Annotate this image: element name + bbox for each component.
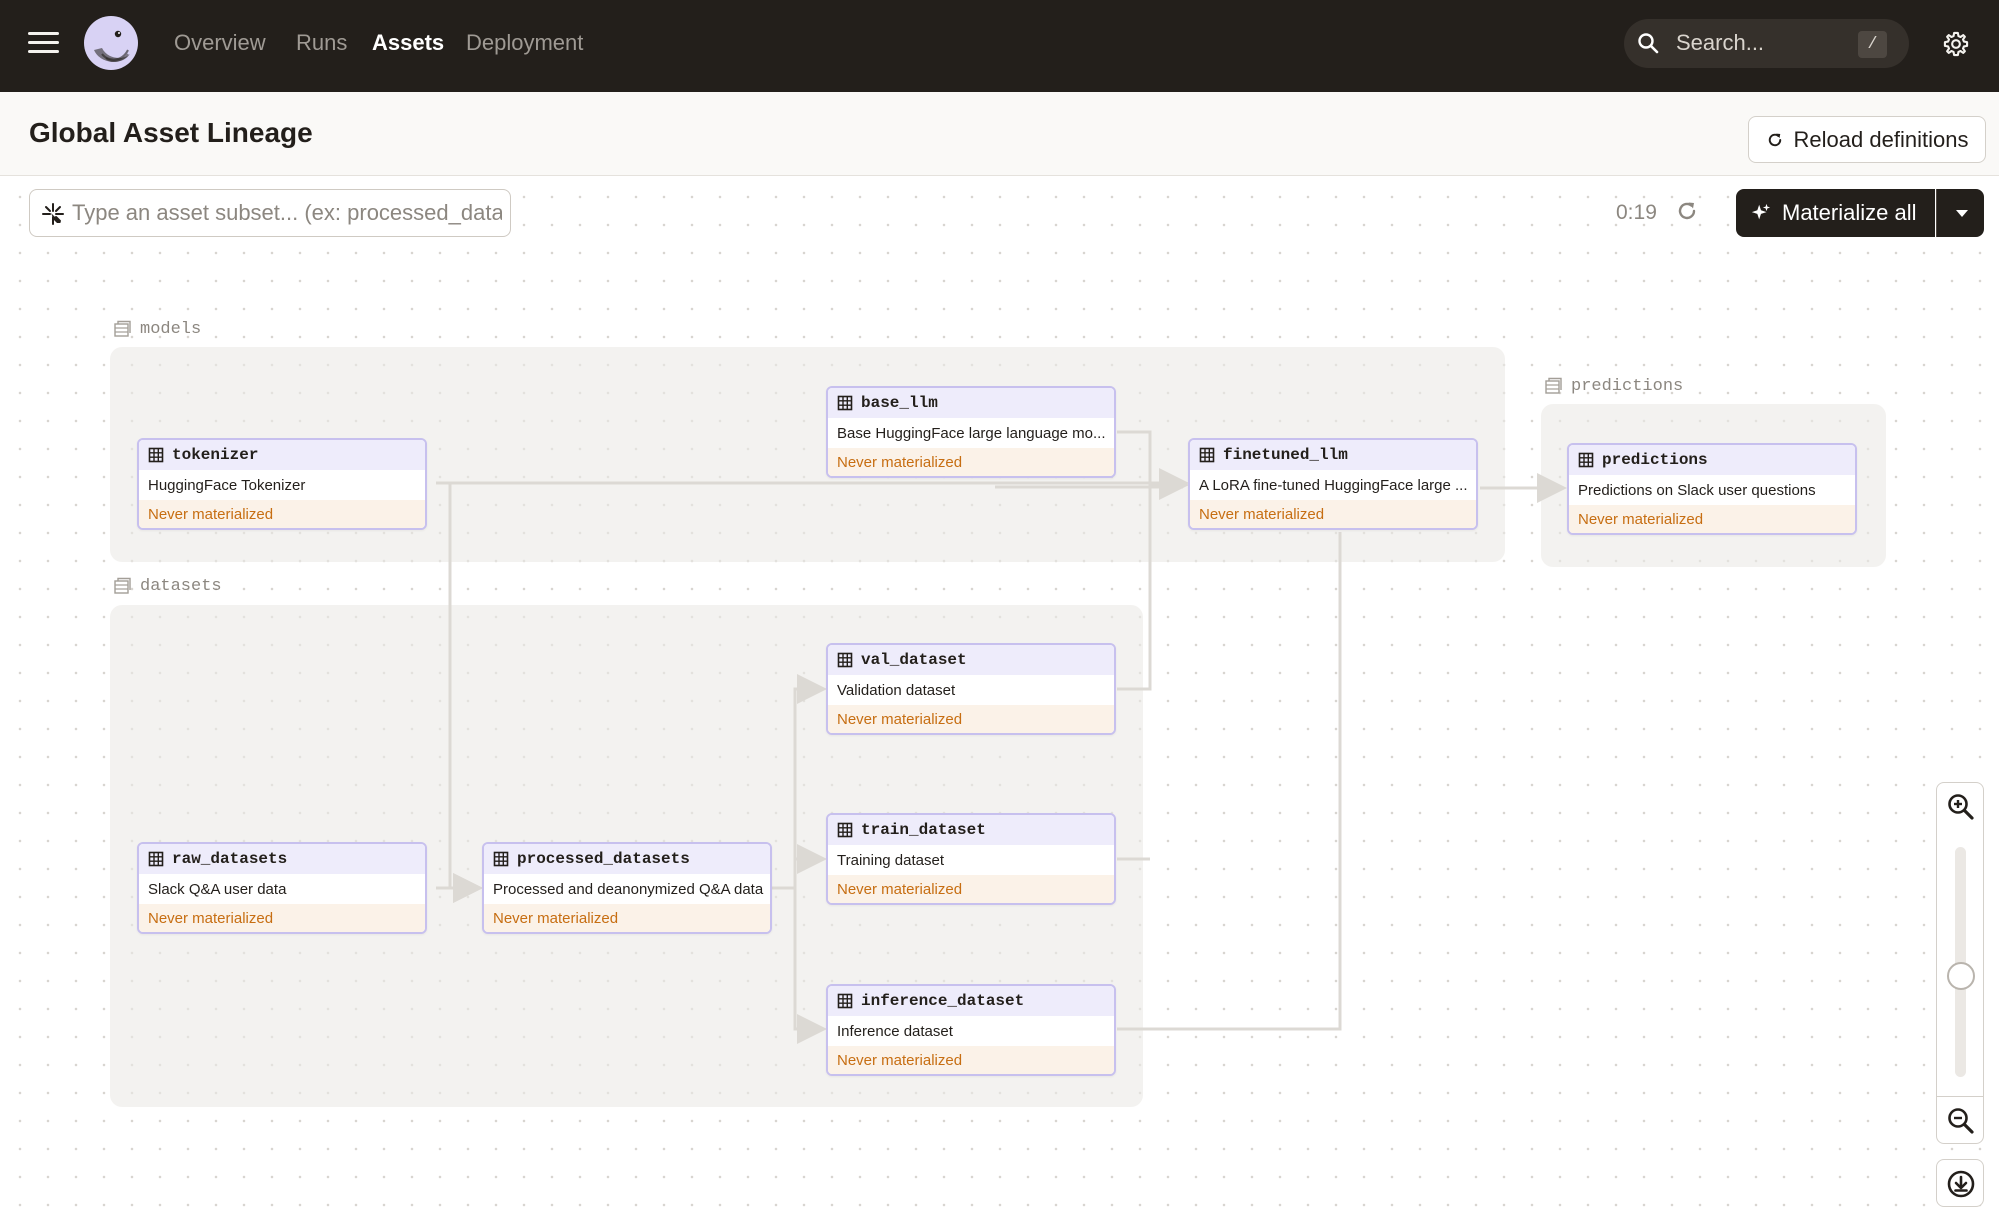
asset-name: tokenizer (172, 446, 259, 464)
asset-node-finetuned-llm[interactable]: finetuned_llm A LoRA fine-tuned HuggingF… (1188, 438, 1478, 530)
asset-graph-canvas[interactable]: models datasets predictions Type an asse… (0, 177, 1999, 1224)
zoom-in-icon (1948, 794, 1974, 820)
menu-icon[interactable] (28, 32, 59, 56)
asset-node-header: finetuned_llm (1190, 440, 1476, 470)
asset-node-header: inference_dataset (828, 986, 1114, 1016)
asset-status: Never materialized (828, 1046, 1114, 1074)
asset-node-processed-datasets[interactable]: processed_datasets Processed and deanony… (482, 842, 772, 934)
asset-node-header: raw_datasets (139, 844, 425, 874)
asset-name: processed_datasets (517, 850, 690, 868)
folder-group-icon (114, 577, 131, 594)
group-name: predictions (1571, 376, 1684, 396)
refresh-countdown: 0:19 (1616, 201, 1657, 224)
refresh-icon[interactable] (1675, 199, 1699, 223)
asset-node-header: base_llm (828, 388, 1114, 418)
table-icon (148, 851, 164, 867)
asset-selection-icon (42, 203, 64, 225)
asset-status: Never materialized (828, 705, 1114, 733)
asset-status: Never materialized (139, 904, 425, 932)
asset-subset-input[interactable] (72, 198, 502, 228)
asset-node-base-llm[interactable]: base_llm Base HuggingFace large language… (826, 386, 1116, 478)
zoom-out-icon (1948, 1108, 1974, 1134)
nav-assets[interactable]: Assets (372, 30, 444, 56)
asset-name: raw_datasets (172, 850, 288, 868)
asset-name: train_dataset (861, 821, 986, 839)
asset-node-train-dataset[interactable]: train_dataset Training dataset Never mat… (826, 813, 1116, 905)
table-icon (837, 652, 853, 668)
asset-status: Never materialized (828, 448, 1114, 476)
table-icon (837, 993, 853, 1009)
asset-status: Never materialized (139, 500, 425, 528)
caret-down-icon[interactable] (1936, 189, 1984, 237)
table-icon (1578, 452, 1594, 468)
asset-node-header: tokenizer (139, 440, 425, 470)
search-shortcut-key: / (1858, 31, 1887, 58)
asset-description: Training dataset (837, 851, 945, 869)
asset-name: val_dataset (861, 651, 967, 669)
asset-node-header: predictions (1569, 445, 1855, 475)
materialize-all-label: Materialize all (1782, 200, 1917, 225)
table-icon (837, 822, 853, 838)
group-label-predictions[interactable]: predictions (1543, 376, 1683, 396)
reload-definitions-label: Reload definitions (1793, 126, 1969, 152)
asset-node-val-dataset[interactable]: val_dataset Validation dataset Never mat… (826, 643, 1116, 735)
asset-description: A LoRA fine-tuned HuggingFace large ... (1199, 476, 1468, 494)
asset-description: Validation dataset (837, 681, 956, 699)
asset-name: predictions (1602, 451, 1708, 469)
asset-status: Never materialized (1190, 500, 1476, 528)
asset-node-header: train_dataset (828, 815, 1114, 845)
search-input[interactable] (1676, 27, 1846, 59)
asset-name: base_llm (861, 394, 938, 412)
group-name: models (140, 319, 202, 339)
sparkle-icon (1751, 203, 1771, 220)
asset-node-tokenizer[interactable]: tokenizer HuggingFace Tokenizer Never ma… (137, 438, 427, 530)
asset-node-header: processed_datasets (484, 844, 770, 874)
zoom-in-button[interactable] (1936, 782, 1984, 830)
nav-deployment[interactable]: Deployment (466, 30, 583, 56)
asset-status: Never materialized (828, 875, 1114, 903)
asset-description: Base HuggingFace large language mo... (837, 424, 1106, 442)
group-name: datasets (140, 576, 222, 596)
table-icon (837, 395, 853, 411)
asset-status: Never materialized (484, 904, 770, 932)
dagster-logo-icon[interactable] (82, 14, 140, 72)
asset-node-raw-datasets[interactable]: raw_datasets Slack Q&A user data Never m… (137, 842, 427, 934)
download-graph-button[interactable] (1936, 1159, 1984, 1207)
folder-group-icon (114, 320, 131, 337)
search-icon (1638, 33, 1659, 54)
download-icon (1947, 1170, 1975, 1198)
asset-description: HuggingFace Tokenizer (148, 476, 306, 494)
asset-name: inference_dataset (861, 992, 1025, 1010)
materialize-all-button[interactable]: Materialize all (1736, 189, 1935, 237)
asset-status: Never materialized (1569, 505, 1855, 533)
global-search[interactable]: / (1624, 19, 1909, 68)
asset-description: Inference dataset (837, 1022, 953, 1040)
table-icon (148, 447, 164, 463)
nav-overview[interactable]: Overview (174, 30, 266, 56)
refresh-icon (1768, 133, 1781, 146)
page-header: Global Asset Lineage Reload definitions (0, 92, 1999, 176)
asset-node-inference-dataset[interactable]: inference_dataset Inference dataset Neve… (826, 984, 1116, 1076)
group-label-datasets[interactable]: datasets (112, 576, 222, 596)
asset-description: Slack Q&A user data (148, 880, 287, 898)
nav-runs[interactable]: Runs (296, 30, 347, 56)
page-title: Global Asset Lineage (29, 117, 313, 148)
asset-node-header: val_dataset (828, 645, 1114, 675)
top-navigation-bar: Overview Runs Assets Deployment / (0, 0, 1999, 92)
asset-node-predictions[interactable]: predictions Predictions on Slack user qu… (1567, 443, 1857, 535)
zoom-slider-handle[interactable] (1947, 962, 1975, 991)
table-icon (493, 851, 509, 867)
asset-description: Processed and deanonymized Q&A data (493, 880, 764, 898)
asset-description: Predictions on Slack user questions (1578, 481, 1816, 499)
gear-icon[interactable] (1942, 30, 1970, 58)
asset-subset-filter[interactable] (29, 189, 511, 237)
folder-group-icon (1545, 377, 1562, 394)
asset-name: finetuned_llm (1223, 446, 1348, 464)
zoom-out-button[interactable] (1936, 1096, 1984, 1144)
group-label-models[interactable]: models (112, 319, 201, 339)
reload-definitions-button[interactable]: Reload definitions (1748, 116, 1986, 163)
table-icon (1199, 447, 1215, 463)
